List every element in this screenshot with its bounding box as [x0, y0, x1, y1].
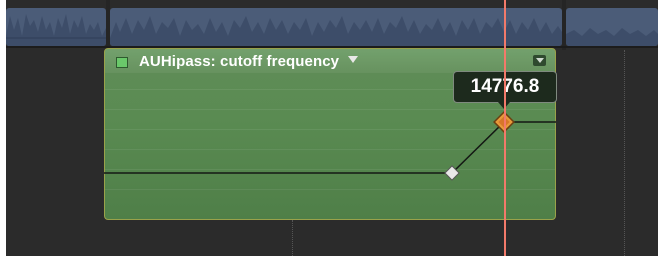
audio-waveform-clip-left[interactable]	[6, 8, 106, 46]
grid-guide	[292, 220, 293, 256]
automation-line	[104, 121, 556, 174]
waveform-icon	[6, 14, 106, 46]
playhead[interactable]	[504, 0, 506, 256]
audio-waveform-clip-main[interactable]	[110, 8, 562, 46]
waveform-icon	[110, 16, 562, 46]
waveform-icon	[566, 28, 658, 46]
audio-waveform-clip-right[interactable]	[566, 8, 658, 46]
grid-guide	[624, 50, 625, 256]
